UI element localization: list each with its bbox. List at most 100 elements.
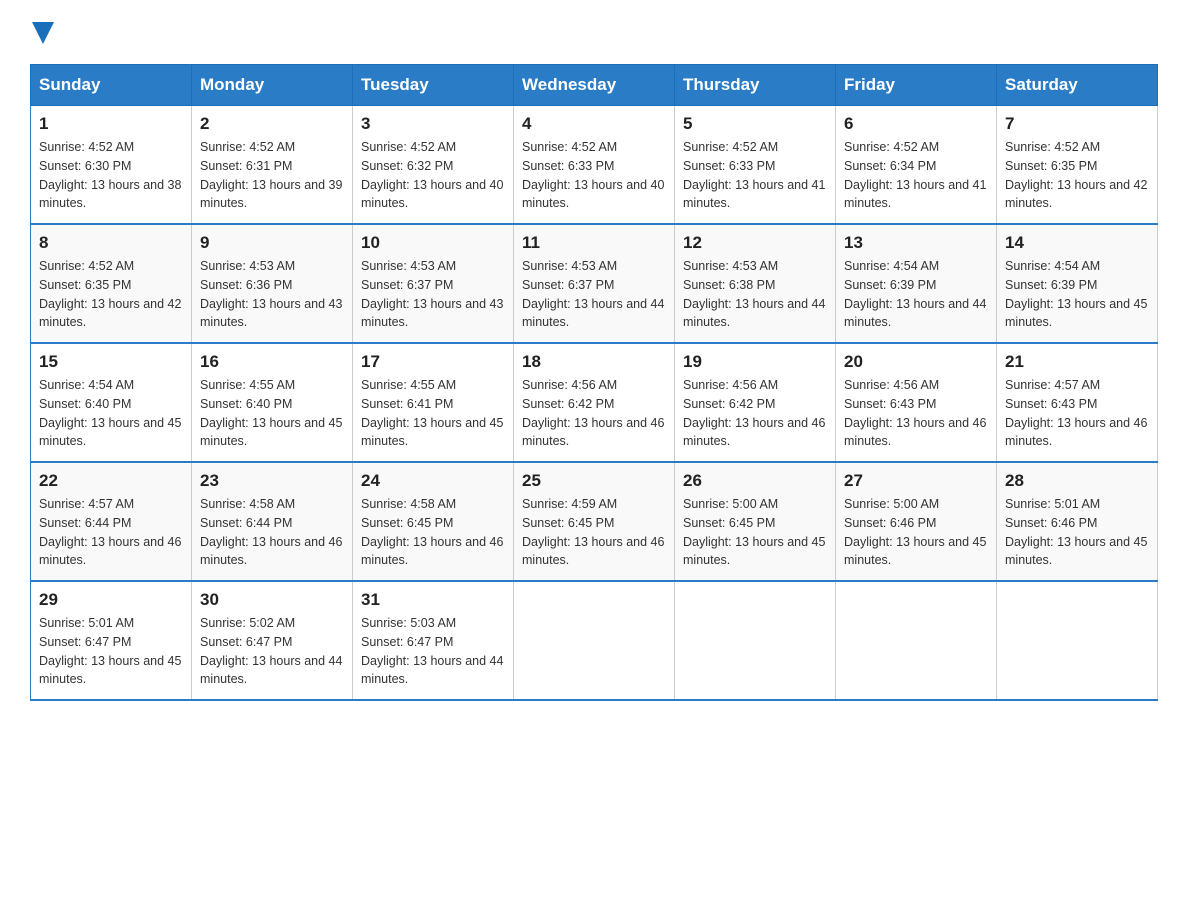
day-number: 7 <box>1005 114 1149 134</box>
day-info: Sunrise: 4:53 AM Sunset: 6:37 PM Dayligh… <box>522 257 666 332</box>
day-info: Sunrise: 5:01 AM Sunset: 6:47 PM Dayligh… <box>39 614 183 689</box>
day-info: Sunrise: 4:52 AM Sunset: 6:34 PM Dayligh… <box>844 138 988 213</box>
day-info: Sunrise: 4:59 AM Sunset: 6:45 PM Dayligh… <box>522 495 666 570</box>
day-info: Sunrise: 5:00 AM Sunset: 6:46 PM Dayligh… <box>844 495 988 570</box>
day-number: 9 <box>200 233 344 253</box>
day-info: Sunrise: 4:54 AM Sunset: 6:39 PM Dayligh… <box>844 257 988 332</box>
day-info: Sunrise: 5:01 AM Sunset: 6:46 PM Dayligh… <box>1005 495 1149 570</box>
day-info: Sunrise: 4:56 AM Sunset: 6:42 PM Dayligh… <box>683 376 827 451</box>
calendar-header-row: SundayMondayTuesdayWednesdayThursdayFrid… <box>31 65 1158 106</box>
calendar-cell <box>514 581 675 700</box>
calendar-cell: 25 Sunrise: 4:59 AM Sunset: 6:45 PM Dayl… <box>514 462 675 581</box>
calendar-cell: 19 Sunrise: 4:56 AM Sunset: 6:42 PM Dayl… <box>675 343 836 462</box>
calendar-cell: 5 Sunrise: 4:52 AM Sunset: 6:33 PM Dayli… <box>675 106 836 225</box>
calendar-cell: 24 Sunrise: 4:58 AM Sunset: 6:45 PM Dayl… <box>353 462 514 581</box>
day-number: 13 <box>844 233 988 253</box>
day-number: 24 <box>361 471 505 491</box>
calendar-cell: 3 Sunrise: 4:52 AM Sunset: 6:32 PM Dayli… <box>353 106 514 225</box>
calendar-cell: 2 Sunrise: 4:52 AM Sunset: 6:31 PM Dayli… <box>192 106 353 225</box>
day-number: 21 <box>1005 352 1149 372</box>
calendar-cell <box>675 581 836 700</box>
calendar-cell <box>836 581 997 700</box>
day-number: 2 <box>200 114 344 134</box>
calendar-cell: 26 Sunrise: 5:00 AM Sunset: 6:45 PM Dayl… <box>675 462 836 581</box>
calendar-week-row: 8 Sunrise: 4:52 AM Sunset: 6:35 PM Dayli… <box>31 224 1158 343</box>
calendar-week-row: 29 Sunrise: 5:01 AM Sunset: 6:47 PM Dayl… <box>31 581 1158 700</box>
day-number: 3 <box>361 114 505 134</box>
day-info: Sunrise: 4:52 AM Sunset: 6:31 PM Dayligh… <box>200 138 344 213</box>
day-info: Sunrise: 4:58 AM Sunset: 6:45 PM Dayligh… <box>361 495 505 570</box>
header-tuesday: Tuesday <box>353 65 514 106</box>
day-info: Sunrise: 4:52 AM Sunset: 6:35 PM Dayligh… <box>39 257 183 332</box>
calendar-cell: 30 Sunrise: 5:02 AM Sunset: 6:47 PM Dayl… <box>192 581 353 700</box>
calendar-cell: 8 Sunrise: 4:52 AM Sunset: 6:35 PM Dayli… <box>31 224 192 343</box>
day-number: 10 <box>361 233 505 253</box>
header-monday: Monday <box>192 65 353 106</box>
day-info: Sunrise: 5:02 AM Sunset: 6:47 PM Dayligh… <box>200 614 344 689</box>
day-number: 4 <box>522 114 666 134</box>
day-number: 23 <box>200 471 344 491</box>
day-info: Sunrise: 4:54 AM Sunset: 6:40 PM Dayligh… <box>39 376 183 451</box>
day-number: 18 <box>522 352 666 372</box>
page-header <box>30 20 1158 44</box>
day-number: 28 <box>1005 471 1149 491</box>
calendar-cell: 1 Sunrise: 4:52 AM Sunset: 6:30 PM Dayli… <box>31 106 192 225</box>
day-info: Sunrise: 4:52 AM Sunset: 6:35 PM Dayligh… <box>1005 138 1149 213</box>
calendar-cell: 17 Sunrise: 4:55 AM Sunset: 6:41 PM Dayl… <box>353 343 514 462</box>
day-number: 15 <box>39 352 183 372</box>
day-info: Sunrise: 4:52 AM Sunset: 6:33 PM Dayligh… <box>522 138 666 213</box>
calendar-cell: 6 Sunrise: 4:52 AM Sunset: 6:34 PM Dayli… <box>836 106 997 225</box>
calendar-cell: 16 Sunrise: 4:55 AM Sunset: 6:40 PM Dayl… <box>192 343 353 462</box>
calendar-week-row: 15 Sunrise: 4:54 AM Sunset: 6:40 PM Dayl… <box>31 343 1158 462</box>
header-sunday: Sunday <box>31 65 192 106</box>
day-info: Sunrise: 4:52 AM Sunset: 6:30 PM Dayligh… <box>39 138 183 213</box>
day-number: 20 <box>844 352 988 372</box>
calendar-cell: 12 Sunrise: 4:53 AM Sunset: 6:38 PM Dayl… <box>675 224 836 343</box>
calendar-cell: 20 Sunrise: 4:56 AM Sunset: 6:43 PM Dayl… <box>836 343 997 462</box>
calendar-cell: 27 Sunrise: 5:00 AM Sunset: 6:46 PM Dayl… <box>836 462 997 581</box>
header-friday: Friday <box>836 65 997 106</box>
day-number: 8 <box>39 233 183 253</box>
calendar-cell: 15 Sunrise: 4:54 AM Sunset: 6:40 PM Dayl… <box>31 343 192 462</box>
day-info: Sunrise: 4:56 AM Sunset: 6:43 PM Dayligh… <box>844 376 988 451</box>
header-thursday: Thursday <box>675 65 836 106</box>
calendar-cell: 29 Sunrise: 5:01 AM Sunset: 6:47 PM Dayl… <box>31 581 192 700</box>
header-wednesday: Wednesday <box>514 65 675 106</box>
day-number: 25 <box>522 471 666 491</box>
logo <box>30 20 54 44</box>
day-number: 19 <box>683 352 827 372</box>
day-number: 27 <box>844 471 988 491</box>
day-info: Sunrise: 4:53 AM Sunset: 6:38 PM Dayligh… <box>683 257 827 332</box>
day-info: Sunrise: 4:55 AM Sunset: 6:41 PM Dayligh… <box>361 376 505 451</box>
day-number: 6 <box>844 114 988 134</box>
day-info: Sunrise: 4:58 AM Sunset: 6:44 PM Dayligh… <box>200 495 344 570</box>
day-number: 17 <box>361 352 505 372</box>
day-info: Sunrise: 4:55 AM Sunset: 6:40 PM Dayligh… <box>200 376 344 451</box>
calendar-cell: 18 Sunrise: 4:56 AM Sunset: 6:42 PM Dayl… <box>514 343 675 462</box>
logo-arrow-icon <box>32 22 54 44</box>
day-number: 11 <box>522 233 666 253</box>
day-info: Sunrise: 4:57 AM Sunset: 6:43 PM Dayligh… <box>1005 376 1149 451</box>
day-number: 14 <box>1005 233 1149 253</box>
calendar-week-row: 22 Sunrise: 4:57 AM Sunset: 6:44 PM Dayl… <box>31 462 1158 581</box>
day-info: Sunrise: 4:56 AM Sunset: 6:42 PM Dayligh… <box>522 376 666 451</box>
day-number: 29 <box>39 590 183 610</box>
calendar-table: SundayMondayTuesdayWednesdayThursdayFrid… <box>30 64 1158 701</box>
calendar-week-row: 1 Sunrise: 4:52 AM Sunset: 6:30 PM Dayli… <box>31 106 1158 225</box>
calendar-cell: 7 Sunrise: 4:52 AM Sunset: 6:35 PM Dayli… <box>997 106 1158 225</box>
calendar-cell: 11 Sunrise: 4:53 AM Sunset: 6:37 PM Dayl… <box>514 224 675 343</box>
day-number: 22 <box>39 471 183 491</box>
day-number: 31 <box>361 590 505 610</box>
day-info: Sunrise: 4:54 AM Sunset: 6:39 PM Dayligh… <box>1005 257 1149 332</box>
calendar-cell: 23 Sunrise: 4:58 AM Sunset: 6:44 PM Dayl… <box>192 462 353 581</box>
calendar-cell: 21 Sunrise: 4:57 AM Sunset: 6:43 PM Dayl… <box>997 343 1158 462</box>
calendar-cell: 22 Sunrise: 4:57 AM Sunset: 6:44 PM Dayl… <box>31 462 192 581</box>
day-number: 1 <box>39 114 183 134</box>
calendar-cell: 13 Sunrise: 4:54 AM Sunset: 6:39 PM Dayl… <box>836 224 997 343</box>
day-number: 30 <box>200 590 344 610</box>
calendar-cell: 28 Sunrise: 5:01 AM Sunset: 6:46 PM Dayl… <box>997 462 1158 581</box>
header-saturday: Saturday <box>997 65 1158 106</box>
day-info: Sunrise: 4:52 AM Sunset: 6:32 PM Dayligh… <box>361 138 505 213</box>
day-info: Sunrise: 4:57 AM Sunset: 6:44 PM Dayligh… <box>39 495 183 570</box>
day-info: Sunrise: 4:53 AM Sunset: 6:36 PM Dayligh… <box>200 257 344 332</box>
